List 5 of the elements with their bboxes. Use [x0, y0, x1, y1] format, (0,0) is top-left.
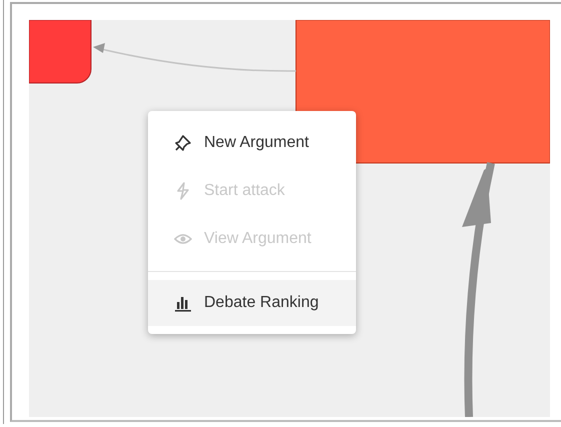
menu-item[interactable]: Debate Ranking — [148, 280, 356, 326]
bar-chart-icon — [174, 294, 192, 312]
argument-node[interactable] — [29, 20, 92, 84]
menu-item[interactable]: New Argument — [148, 119, 356, 167]
pin-icon — [174, 134, 192, 152]
